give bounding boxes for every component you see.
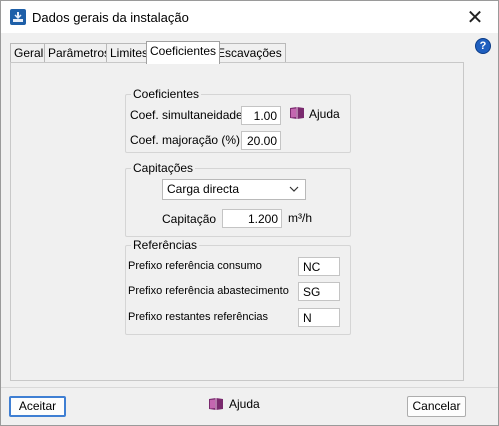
footer-divider bbox=[1, 387, 498, 388]
window-title: Dados gerais da instalação bbox=[32, 10, 189, 25]
accept-button[interactable]: Aceitar bbox=[9, 396, 66, 417]
group-capitacoes-title: Capitações bbox=[131, 161, 196, 175]
capitacao-label: Capitação bbox=[162, 212, 217, 226]
cancel-button[interactable]: Cancelar bbox=[407, 396, 466, 417]
prefix-abastecimento-label: Prefixo referência abastecimento bbox=[128, 285, 289, 297]
book-icon bbox=[290, 107, 304, 119]
tab-coeficientes[interactable]: Coeficientes bbox=[146, 41, 221, 64]
dialog-window: Dados gerais da instalação ✕ ? Geral Par… bbox=[0, 0, 499, 426]
footer-help-label: Ajuda bbox=[229, 397, 260, 411]
book-icon bbox=[209, 398, 223, 410]
capitacao-input[interactable]: 1.200 bbox=[222, 209, 282, 228]
prefix-restantes-label: Prefixo restantes referências bbox=[128, 311, 269, 323]
app-icon bbox=[10, 9, 26, 25]
coef-majoracao-label: Coef. majoração (%) bbox=[130, 133, 241, 147]
tab-escavacoes[interactable]: Escavações bbox=[213, 43, 286, 63]
coef-simultaneidade-input[interactable]: 1.00 bbox=[241, 106, 281, 125]
tab-panel-coeficientes: Coeficientes Coef. simultaneidade 1.00 A… bbox=[10, 62, 464, 381]
help-question-icon[interactable]: ? bbox=[475, 38, 491, 54]
capitacao-type-select[interactable]: Carga directa bbox=[162, 179, 306, 200]
group-coeficientes-title: Coeficientes bbox=[131, 87, 202, 101]
group-coeficientes: Coeficientes Coef. simultaneidade 1.00 A… bbox=[125, 87, 351, 153]
close-icon[interactable]: ✕ bbox=[452, 1, 498, 33]
prefix-restantes-input[interactable]: N bbox=[298, 308, 340, 327]
prefix-consumo-label: Prefixo referência consumo bbox=[128, 260, 262, 272]
prefix-consumo-input[interactable]: NC bbox=[298, 257, 340, 276]
chevron-down-icon bbox=[289, 180, 299, 206]
prefix-abastecimento-input[interactable]: SG bbox=[298, 282, 340, 301]
coef-majoracao-input[interactable]: 20.00 bbox=[241, 131, 281, 150]
group-referencias-title: Referências bbox=[131, 238, 200, 252]
group-referencias: Referências Prefixo referência consumo N… bbox=[125, 238, 351, 335]
coef-help-link[interactable]: Ajuda bbox=[309, 107, 340, 121]
capitacao-type-value: Carga directa bbox=[167, 182, 240, 196]
title-bar: Dados gerais da instalação ✕ bbox=[1, 1, 498, 33]
tab-geral[interactable]: Geral bbox=[10, 43, 48, 63]
group-capitacoes: Capitações Carga directa Capitação 1.200… bbox=[125, 161, 351, 237]
tab-parametros[interactable]: Parâmetros bbox=[44, 43, 115, 63]
capitacao-unit: m³/h bbox=[288, 211, 312, 225]
coef-simultaneidade-label: Coef. simultaneidade bbox=[130, 108, 243, 122]
